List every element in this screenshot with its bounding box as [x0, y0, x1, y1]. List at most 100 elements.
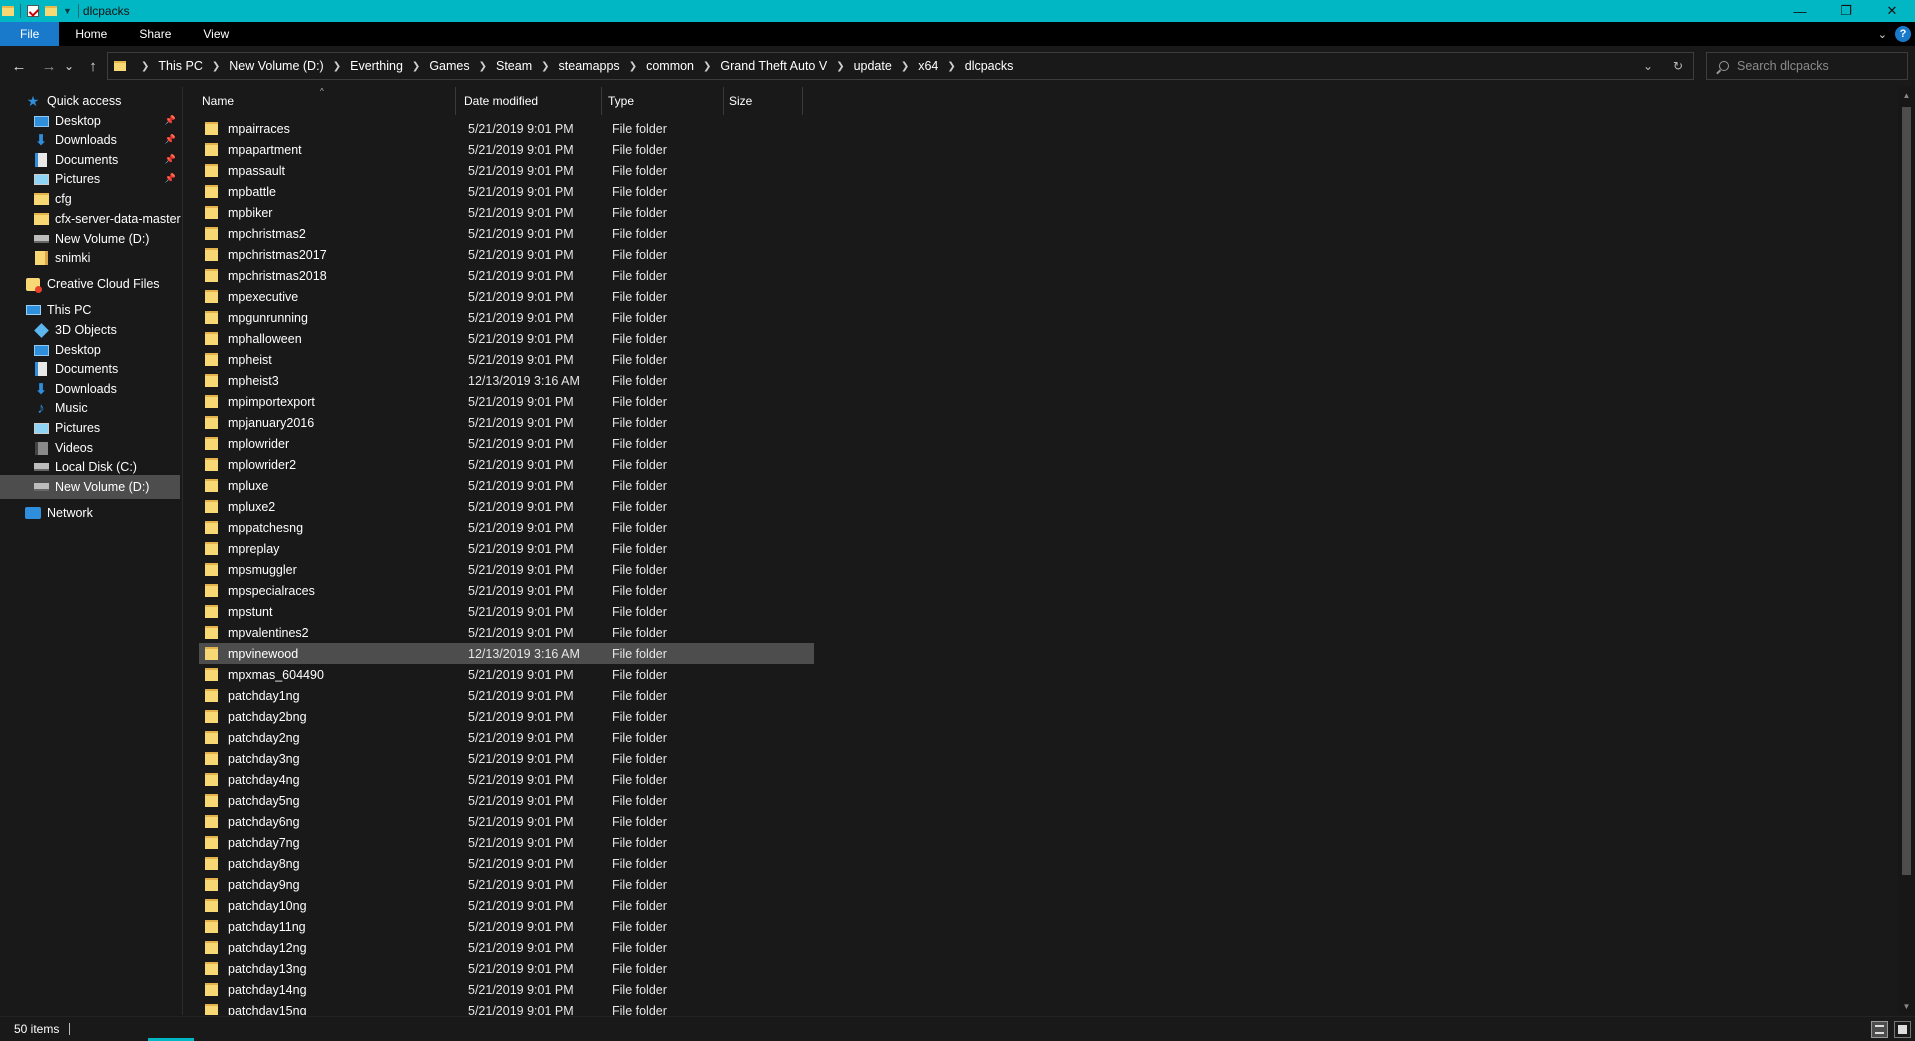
- customize-toolbar-chevron-icon[interactable]: ▼: [63, 6, 72, 16]
- breadcrumb-chevron-icon[interactable]: ❯: [947, 61, 955, 72]
- scrollbar-thumb[interactable]: [1902, 107, 1911, 875]
- forward-button[interactable]: →: [38, 55, 60, 77]
- large-icons-view-button[interactable]: [1894, 1021, 1911, 1038]
- address-dropdown-button[interactable]: ⌄: [1633, 53, 1663, 79]
- table-row[interactable]: patchday6ng 5/21/2019 9:01 PM File folder: [199, 811, 814, 832]
- table-row[interactable]: patchday13ng 5/21/2019 9:01 PM File folder: [199, 958, 814, 979]
- table-row[interactable]: mpbiker 5/21/2019 9:01 PM File folder: [199, 202, 814, 223]
- table-row[interactable]: mpreplay 5/21/2019 9:01 PM File folder: [199, 538, 814, 559]
- breadcrumb-item[interactable]: steamapps: [559, 59, 620, 73]
- breadcrumb-item[interactable]: Everthing: [350, 59, 403, 73]
- table-row[interactable]: patchday7ng 5/21/2019 9:01 PM File folder: [199, 832, 814, 853]
- breadcrumb-chevron-icon[interactable]: ❯: [212, 61, 220, 72]
- column-header-type[interactable]: Type: [602, 87, 724, 115]
- breadcrumb-chevron-icon[interactable]: ❯: [541, 61, 549, 72]
- table-row[interactable]: patchday4ng 5/21/2019 9:01 PM File folder: [199, 769, 814, 790]
- table-row[interactable]: mpvinewood 12/13/2019 3:16 AM File folder: [199, 643, 814, 664]
- breadcrumb-chevron-icon[interactable]: ❯: [412, 61, 420, 72]
- table-row[interactable]: mpheist 5/21/2019 9:01 PM File folder: [199, 349, 814, 370]
- table-row[interactable]: mpassault 5/21/2019 9:01 PM File folder: [199, 160, 814, 181]
- minimize-button[interactable]: —: [1777, 0, 1823, 22]
- vertical-scrollbar[interactable]: ▲ ▼: [1898, 87, 1915, 1015]
- table-row[interactable]: mpchristmas2017 5/21/2019 9:01 PM File fol…: [199, 244, 814, 265]
- breadcrumb-item[interactable]: dlcpacks: [965, 59, 1014, 73]
- tab-view[interactable]: View: [187, 22, 245, 46]
- scroll-up-arrow-icon[interactable]: ▲: [1898, 87, 1915, 104]
- refresh-button[interactable]: ↻: [1663, 53, 1693, 79]
- table-row[interactable]: patchday15ng 5/21/2019 9:01 PM File folder: [199, 1000, 814, 1015]
- table-row[interactable]: patchday10ng 5/21/2019 9:01 PM File folder: [199, 895, 814, 916]
- table-row[interactable]: mpluxe 5/21/2019 9:01 PM File folder: [199, 475, 814, 496]
- breadcrumb-chevron-icon[interactable]: ❯: [703, 61, 711, 72]
- expand-ribbon-chevron-icon[interactable]: ⌄: [1878, 28, 1887, 41]
- table-row[interactable]: mpxmas_604490 5/21/2019 9:01 PM File folde…: [199, 664, 814, 685]
- table-row[interactable]: patchday2ng 5/21/2019 9:01 PM File folder: [199, 727, 814, 748]
- table-row[interactable]: mpstunt 5/21/2019 9:01 PM File folder: [199, 601, 814, 622]
- table-row[interactable]: patchday11ng 5/21/2019 9:01 PM File folder: [199, 916, 814, 937]
- table-row[interactable]: patchday14ng 5/21/2019 9:01 PM File folder: [199, 979, 814, 1000]
- column-header-size[interactable]: Size: [724, 87, 803, 115]
- breadcrumb-chevron-icon[interactable]: ❯: [333, 61, 341, 72]
- table-row[interactable]: mpvalentines2 5/21/2019 9:01 PM File folde…: [199, 622, 814, 643]
- table-row[interactable]: patchday3ng 5/21/2019 9:01 PM File folder: [199, 748, 814, 769]
- details-view-button[interactable]: [1871, 1021, 1888, 1038]
- column-header-name[interactable]: ^ Name: [184, 87, 456, 115]
- properties-icon[interactable]: [27, 5, 39, 17]
- breadcrumb-item[interactable]: New Volume (D:): [229, 59, 323, 73]
- table-row[interactable]: mpsmuggler 5/21/2019 9:01 PM File folder: [199, 559, 814, 580]
- breadcrumb-item[interactable]: update: [854, 59, 892, 73]
- table-row[interactable]: mpchristmas2018 5/21/2019 9:01 PM File fol…: [199, 265, 814, 286]
- table-row[interactable]: mplowrider2 5/21/2019 9:01 PM File folder: [199, 454, 814, 475]
- up-button[interactable]: ↑: [82, 55, 104, 77]
- breadcrumb-item[interactable]: Games: [429, 59, 469, 73]
- search-input[interactable]: [1737, 59, 1897, 73]
- breadcrumb-chevron-icon[interactable]: ❯: [479, 61, 487, 72]
- sidebar-item-new-volume-d[interactable]: New Volume (D:): [0, 475, 180, 499]
- breadcrumb-chevron-icon[interactable]: ❯: [629, 61, 637, 72]
- table-row[interactable]: mpjanuary2016 5/21/2019 9:01 PM File folde…: [199, 412, 814, 433]
- title-bar[interactable]: ▼ dlcpacks — ❐ ✕: [0, 0, 1915, 22]
- table-row[interactable]: patchday5ng 5/21/2019 9:01 PM File folder: [199, 790, 814, 811]
- table-row[interactable]: patchday2bng 5/21/2019 9:01 PM File folder: [199, 706, 814, 727]
- tab-file[interactable]: File: [0, 22, 60, 46]
- table-row[interactable]: mpairraces 5/21/2019 9:01 PM File folder: [199, 118, 814, 139]
- address-bar[interactable]: ❯ This PC ❯ New Volume (D:) ❯ Everthing ❯ Games…: [107, 52, 1694, 80]
- column-header-date-modified[interactable]: Date modified: [456, 87, 602, 115]
- breadcrumb-item[interactable]: This PC: [158, 59, 202, 73]
- new-folder-icon[interactable]: [45, 6, 57, 16]
- table-row[interactable]: patchday1ng 5/21/2019 9:01 PM File folder: [199, 685, 814, 706]
- table-row[interactable]: mpapartment 5/21/2019 9:01 PM File folder: [199, 139, 814, 160]
- table-row[interactable]: mpgunrunning 5/21/2019 9:01 PM File folder: [199, 307, 814, 328]
- table-row[interactable]: mppatchesng 5/21/2019 9:01 PM File folder: [199, 517, 814, 538]
- recent-locations-button[interactable]: ⌄: [62, 55, 76, 77]
- table-row[interactable]: patchday12ng 5/21/2019 9:01 PM File folder: [199, 937, 814, 958]
- sidebar-item-snimki[interactable]: snimki: [0, 246, 182, 270]
- table-row[interactable]: mpluxe2 5/21/2019 9:01 PM File folder: [199, 496, 814, 517]
- breadcrumb-chevron-icon[interactable]: ❯: [901, 61, 909, 72]
- breadcrumb-chevron-icon[interactable]: ❯: [836, 61, 844, 72]
- help-icon[interactable]: ?: [1895, 26, 1911, 42]
- tab-share[interactable]: Share: [123, 22, 187, 46]
- table-row[interactable]: mplowrider 5/21/2019 9:01 PM File folder: [199, 433, 814, 454]
- scroll-down-arrow-icon[interactable]: ▼: [1898, 998, 1915, 1015]
- table-row[interactable]: mphalloween 5/21/2019 9:01 PM File folder: [199, 328, 814, 349]
- table-row[interactable]: mpbattle 5/21/2019 9:01 PM File folder: [199, 181, 814, 202]
- maximize-button[interactable]: ❐: [1823, 0, 1869, 22]
- breadcrumb-item[interactable]: common: [646, 59, 694, 73]
- breadcrumb-item[interactable]: Grand Theft Auto V: [720, 59, 827, 73]
- table-row[interactable]: mpheist3 12/13/2019 3:16 AM File folder: [199, 370, 814, 391]
- table-row[interactable]: mpimportexport 5/21/2019 9:01 PM File fold…: [199, 391, 814, 412]
- back-button[interactable]: ←: [8, 55, 30, 77]
- search-box[interactable]: [1706, 52, 1908, 80]
- table-row[interactable]: mpexecutive 5/21/2019 9:01 PM File folder: [199, 286, 814, 307]
- table-row[interactable]: mpspecialraces 5/21/2019 9:01 PM File fold…: [199, 580, 814, 601]
- breadcrumb-item[interactable]: Steam: [496, 59, 532, 73]
- breadcrumb-item[interactable]: x64: [918, 59, 938, 73]
- sidebar-item-network[interactable]: Network: [0, 501, 182, 525]
- close-button[interactable]: ✕: [1869, 0, 1915, 22]
- table-row[interactable]: patchday8ng 5/21/2019 9:01 PM File folder: [199, 853, 814, 874]
- breadcrumb-chevron-icon[interactable]: ❯: [141, 61, 149, 72]
- sidebar-item-creative-cloud-files[interactable]: Creative Cloud Files: [0, 272, 182, 296]
- table-row[interactable]: mpchristmas2 5/21/2019 9:01 PM File folder: [199, 223, 814, 244]
- tab-home[interactable]: Home: [59, 22, 123, 46]
